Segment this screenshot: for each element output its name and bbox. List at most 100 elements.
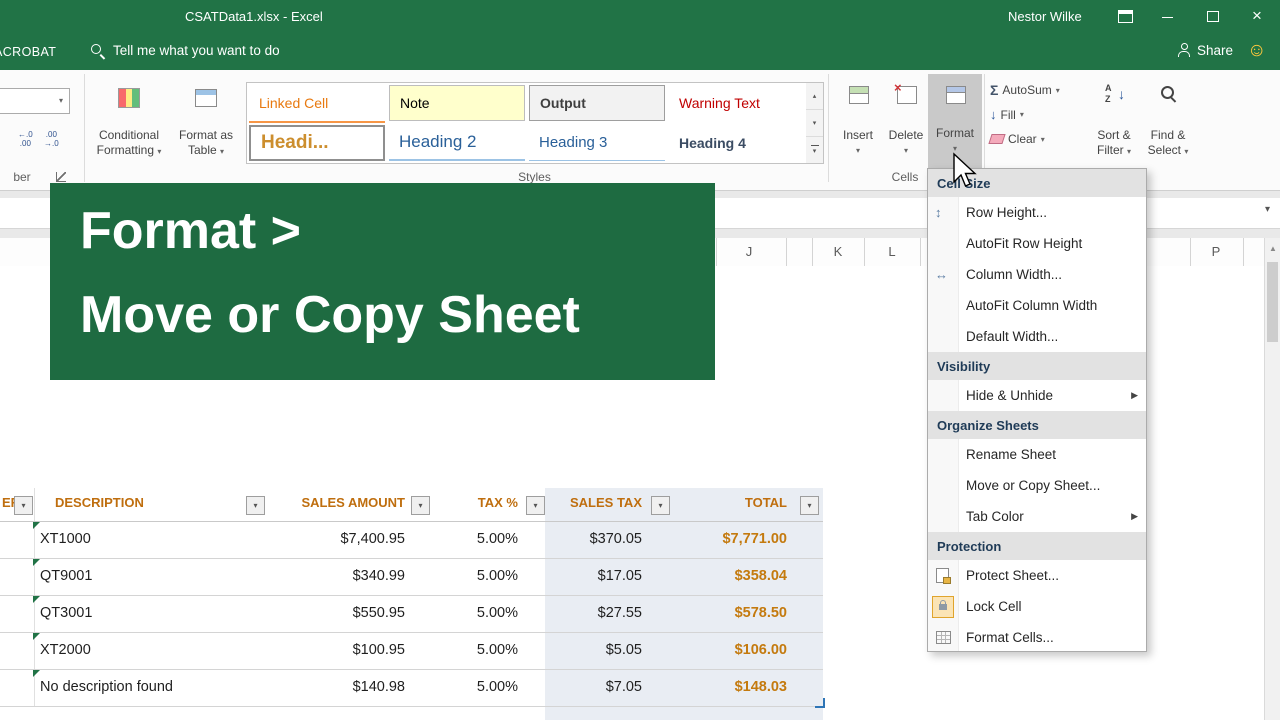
restore-icon[interactable] [1207, 11, 1219, 22]
style-linked-cell[interactable]: Linked Cell [249, 85, 385, 123]
cell-total[interactable]: $358.04 [675, 558, 787, 595]
column-header-p[interactable]: P [1212, 244, 1221, 259]
menu-item-rename-sheet[interactable]: Rename Sheet [928, 439, 1146, 470]
column-header-k[interactable]: K [834, 244, 843, 259]
minimize-icon[interactable] [1162, 17, 1173, 18]
menu-item-move-or-copy-sheet[interactable]: Move or Copy Sheet... [928, 470, 1146, 501]
menu-item-label: AutoFit Column Width [966, 298, 1098, 313]
table-resize-handle[interactable] [815, 698, 825, 708]
insert-button[interactable]: Insert ▾ [834, 76, 882, 172]
column-header-j[interactable]: J [746, 244, 753, 259]
chevron-down-icon: ▾ [1019, 110, 1024, 119]
chevron-down-icon: ▾ [1184, 147, 1189, 156]
cell-description[interactable]: XT2000 [40, 632, 91, 669]
filter-button[interactable]: ▾ [411, 496, 430, 515]
feedback-smiley-icon[interactable]: ☺ [1247, 41, 1266, 60]
table-row[interactable]: QT3001 $550.95 5.00% $27.55 $578.50 [0, 595, 823, 633]
increase-decimal-icon[interactable]: ←.0 .00 [18, 130, 33, 148]
tell-me-box[interactable]: Tell me what you want to do [113, 43, 280, 58]
table-row[interactable]: XT2000 $100.95 5.00% $5.05 $106.00 [0, 632, 823, 670]
gallery-scroll-down-icon[interactable]: ▾ [806, 110, 823, 137]
cell-sales-amount[interactable]: $340.99 [255, 558, 405, 595]
fill-down-icon: ↓ [990, 107, 997, 122]
column-width-icon: ↔ [935, 267, 948, 282]
cell-description[interactable]: No description found [40, 669, 173, 706]
cell-description[interactable]: QT9001 [40, 558, 92, 595]
menu-item-column-width[interactable]: ↔ Column Width... [928, 259, 1146, 290]
sort-filter-button[interactable]: A Z ↓ Sort & Filter ▾ [1086, 76, 1142, 180]
cell-sales-tax[interactable]: $370.05 [540, 521, 642, 558]
style-output[interactable]: Output [529, 85, 665, 121]
cell-total[interactable]: $578.50 [675, 595, 787, 632]
menu-item-format-cells[interactable]: Format Cells... [928, 622, 1146, 653]
cell-total[interactable]: $106.00 [675, 632, 787, 669]
ribbon-display-options-icon[interactable] [1118, 10, 1133, 23]
style-heading-1-selected[interactable]: Headi... [249, 125, 385, 161]
column-header-l[interactable]: L [888, 244, 895, 259]
menu-item-label: AutoFit Row Height [966, 236, 1083, 251]
format-cells-icon [936, 631, 951, 644]
style-heading-3[interactable]: Heading 3 [529, 125, 665, 161]
cell-flag-triangle [33, 633, 40, 640]
menu-item-lock-cell[interactable]: Lock Cell [928, 591, 1146, 622]
decrease-decimal-icon[interactable]: .00 →.0 [44, 130, 59, 148]
cell-tax[interactable]: 5.00% [430, 595, 518, 632]
gallery-more-icon[interactable]: ▾ [806, 137, 823, 163]
filter-button[interactable]: ▾ [651, 496, 670, 515]
format-as-table-button[interactable]: Format as Table ▾ [172, 76, 240, 180]
menu-item-label: Protect Sheet... [966, 568, 1060, 583]
style-heading-2[interactable]: Heading 2 [389, 125, 525, 161]
table-row[interactable]: XT1000 $7,400.95 5.00% $370.05 $7,771.00 [0, 521, 823, 559]
cell-description[interactable]: XT1000 [40, 521, 91, 558]
clear-button[interactable]: Clear ▾ [988, 132, 1045, 146]
share-button[interactable]: Share [1197, 43, 1233, 58]
scrollbar-thumb[interactable] [1267, 262, 1278, 342]
menu-item-default-width[interactable]: Default Width... [928, 321, 1146, 352]
tab-acrobat[interactable]: ACROBAT [0, 45, 56, 59]
table-row[interactable]: QT9001 $340.99 5.00% $17.05 $358.04 [0, 558, 823, 596]
delete-button[interactable]: Delete ▾ [882, 76, 930, 172]
cell-sales-tax[interactable]: $17.05 [540, 558, 642, 595]
menu-item-autofit-row-height[interactable]: AutoFit Row Height [928, 228, 1146, 259]
menu-item-hide-unhide[interactable]: Hide & Unhide ▶ [928, 380, 1146, 411]
cell-tax[interactable]: 5.00% [430, 558, 518, 595]
filter-button[interactable]: ▾ [800, 496, 819, 515]
autosum-button[interactable]: Σ AutoSum ▾ [990, 82, 1060, 98]
vertical-scrollbar[interactable]: ▲ [1264, 238, 1280, 720]
conditional-formatting-button[interactable]: Conditional Formatting ▾ [90, 76, 168, 180]
cell-tax[interactable]: 5.00% [430, 669, 518, 706]
find-select-button[interactable]: Find & Select ▾ [1142, 76, 1194, 180]
cell-sales-tax[interactable]: $5.05 [540, 632, 642, 669]
menu-item-autofit-column-width[interactable]: AutoFit Column Width [928, 290, 1146, 321]
user-name[interactable]: Nestor Wilke [1008, 9, 1082, 24]
table-row[interactable]: No description found $140.98 5.00% $7.05… [0, 669, 823, 707]
cell-sales-tax[interactable]: $7.05 [540, 669, 642, 706]
cell-sales-tax[interactable]: $27.55 [540, 595, 642, 632]
cell-sales-amount[interactable]: $7,400.95 [255, 521, 405, 558]
style-note[interactable]: Note [389, 85, 525, 121]
menu-header-protection: Protection [928, 532, 1146, 560]
chevron-down-icon: ▾ [157, 147, 162, 156]
number-format-dropdown[interactable]: ▾ [0, 88, 70, 114]
close-icon[interactable]: × [1252, 7, 1262, 24]
dialog-launcher-icon[interactable] [56, 172, 66, 182]
scroll-up-icon[interactable]: ▲ [1265, 244, 1280, 253]
cell-total[interactable]: $7,771.00 [675, 521, 787, 558]
formula-bar-expand-icon[interactable]: ▾ [1265, 204, 1270, 215]
fill-button[interactable]: ↓ Fill ▾ [990, 107, 1024, 122]
menu-item-row-height[interactable]: ↕ Row Height... [928, 197, 1146, 228]
cell-description[interactable]: QT3001 [40, 595, 92, 632]
menu-item-protect-sheet[interactable]: Protect Sheet... [928, 560, 1146, 591]
cell-total[interactable]: $148.03 [675, 669, 787, 706]
gallery-scroll-up-icon[interactable]: ▴ [806, 83, 823, 110]
cell-tax[interactable]: 5.00% [430, 521, 518, 558]
cell-tax[interactable]: 5.00% [430, 632, 518, 669]
cell-sales-amount[interactable]: $100.95 [255, 632, 405, 669]
menu-item-tab-color[interactable]: Tab Color ▶ [928, 501, 1146, 532]
cell-sales-amount[interactable]: $140.98 [255, 669, 405, 706]
sort-filter-label: Sort & Filter [1096, 128, 1131, 157]
style-heading-4[interactable]: Heading 4 [669, 125, 805, 161]
style-warning-text[interactable]: Warning Text [669, 85, 805, 121]
cell-sales-amount[interactable]: $550.95 [255, 595, 405, 632]
filter-button[interactable]: ▾ [14, 496, 33, 515]
